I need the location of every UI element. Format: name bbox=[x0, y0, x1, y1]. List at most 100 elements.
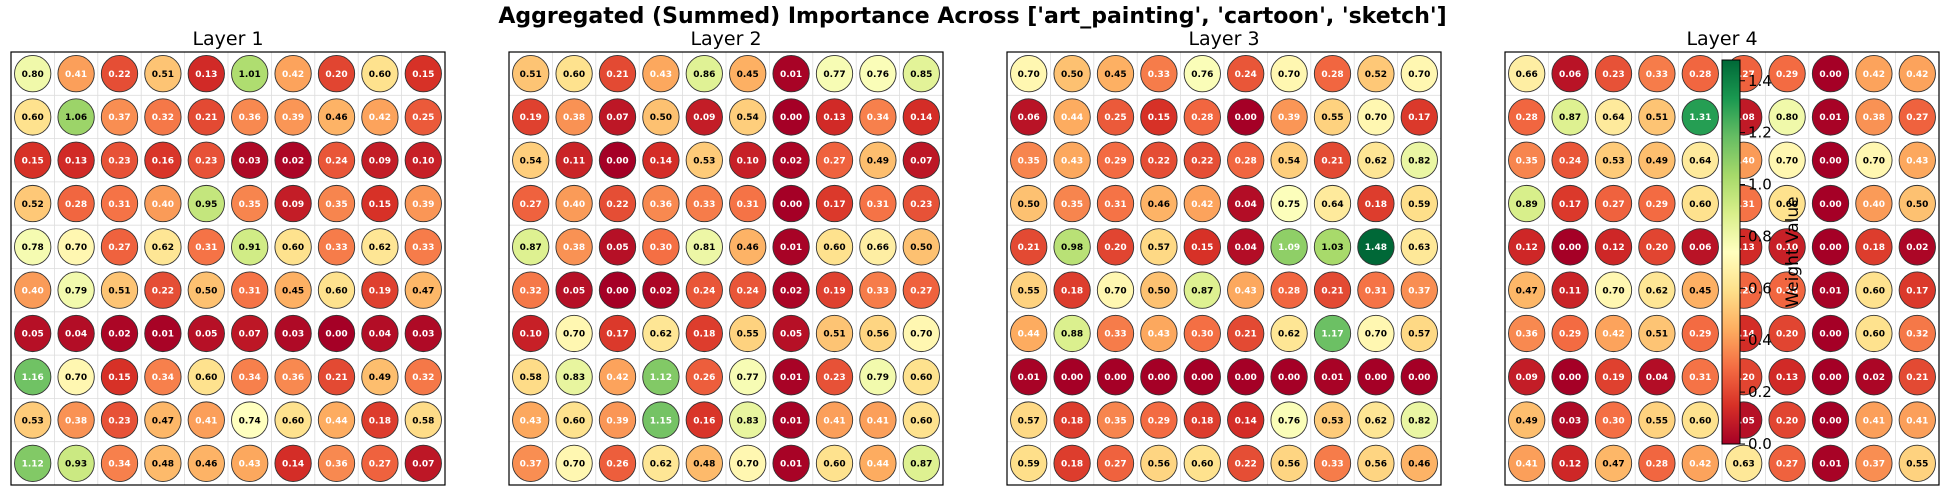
cell-value-label: 0.42 bbox=[1689, 460, 1711, 470]
cell-value-label: 0.70 bbox=[563, 330, 585, 340]
cell-value-label: 0.79 bbox=[867, 373, 889, 383]
cell-value-label: 0.07 bbox=[606, 113, 628, 123]
cell-value-label: 0.33 bbox=[693, 200, 715, 210]
cell-value-label: 0.27 bbox=[108, 243, 130, 253]
cell-value-label: 0.86 bbox=[693, 70, 715, 80]
cell-value-label: 0.13 bbox=[1776, 373, 1798, 383]
cell-value-label: 0.02 bbox=[650, 286, 672, 296]
cell-value-label: 0.21 bbox=[195, 113, 217, 123]
cell-value-label: 0.32 bbox=[1906, 330, 1928, 340]
cell-value-label: 1.17 bbox=[1321, 330, 1343, 340]
cell-value-label: 0.43 bbox=[1906, 156, 1928, 166]
cell-value-label: 0.00 bbox=[606, 156, 628, 166]
cell-value-label: 0.56 bbox=[867, 330, 889, 340]
cell-value-label: 0.00 bbox=[1559, 373, 1581, 383]
cell-value-label: 0.00 bbox=[1104, 373, 1126, 383]
cell-value-label: 0.36 bbox=[239, 113, 261, 123]
cell-value-label: 0.10 bbox=[520, 330, 542, 340]
cell-value-label: 0.14 bbox=[282, 460, 304, 470]
cell-value-label: 0.60 bbox=[823, 460, 845, 470]
cell-value-label: 0.31 bbox=[1365, 286, 1387, 296]
cell-value-label: 0.32 bbox=[520, 286, 542, 296]
cell-value-label: 0.79 bbox=[65, 286, 87, 296]
cell-value-label: 0.39 bbox=[282, 113, 304, 123]
layer-panel: Layer 3 0.70 0.50 0.45 0.33 0.76 0.24 0.70 0.28 0… bbox=[1006, 28, 1442, 486]
cell-value-label: 0.62 bbox=[1646, 286, 1668, 296]
cell-value-label: 0.26 bbox=[693, 373, 715, 383]
cell-value-label: 0.36 bbox=[325, 460, 347, 470]
cell-value-label: 0.23 bbox=[108, 416, 130, 426]
cell-value-label: 0.48 bbox=[152, 460, 174, 470]
cell-value-label: 0.38 bbox=[1863, 113, 1885, 123]
cell-value-label: 0.47 bbox=[152, 416, 174, 426]
cell-value-label: 0.62 bbox=[650, 460, 672, 470]
cell-value-label: 0.05 bbox=[563, 286, 585, 296]
cell-value-label: 0.00 bbox=[606, 286, 628, 296]
cell-value-label: 0.18 bbox=[1061, 416, 1083, 426]
cell-value-label: 0.57 bbox=[1018, 416, 1040, 426]
cell-value-label: 0.66 bbox=[1516, 70, 1538, 80]
cell-value-label: 0.54 bbox=[737, 113, 759, 123]
cell-value-label: 0.00 bbox=[1235, 373, 1257, 383]
cell-value-label: 0.57 bbox=[1408, 330, 1430, 340]
cell-value-label: 0.56 bbox=[1278, 460, 1300, 470]
cell-value-label: 0.60 bbox=[1689, 200, 1711, 210]
cell-value-label: 0.41 bbox=[1906, 416, 1928, 426]
cell-value-label: 0.01 bbox=[1018, 373, 1040, 383]
cell-value-label: 0.21 bbox=[1235, 330, 1257, 340]
cell-value-label: 0.30 bbox=[1191, 330, 1213, 340]
cell-value-label: 0.95 bbox=[195, 200, 217, 210]
cell-value-label: 0.04 bbox=[65, 330, 87, 340]
cell-value-label: 0.83 bbox=[737, 416, 759, 426]
cell-value-label: 0.81 bbox=[693, 243, 715, 253]
cell-value-label: 0.33 bbox=[325, 243, 347, 253]
cell-value-label: 0.41 bbox=[195, 416, 217, 426]
cell-value-label: 0.63 bbox=[1408, 243, 1430, 253]
cell-value-label: 0.49 bbox=[1516, 416, 1538, 426]
cell-value-label: 0.32 bbox=[152, 113, 174, 123]
cell-value-label: 0.01 bbox=[1819, 460, 1841, 470]
cell-value-label: 0.42 bbox=[606, 373, 628, 383]
cell-value-label: 0.66 bbox=[867, 243, 889, 253]
panel-title: Layer 1 bbox=[192, 28, 263, 50]
cell-value-label: 0.24 bbox=[737, 286, 759, 296]
cell-value-label: 0.45 bbox=[1689, 286, 1711, 296]
cell-value-label: 0.29 bbox=[1689, 330, 1711, 340]
cell-value-label: 0.40 bbox=[563, 200, 585, 210]
cell-value-label: 0.45 bbox=[282, 286, 304, 296]
cell-value-label: 0.01 bbox=[780, 243, 802, 253]
cell-value-label: 0.31 bbox=[737, 200, 759, 210]
cell-value-label: 0.46 bbox=[1148, 200, 1170, 210]
cell-value-label: 0.22 bbox=[108, 70, 130, 80]
colorbar-tick-label: 0.2 bbox=[1748, 383, 1772, 401]
cell-value-label: 0.42 bbox=[1906, 70, 1928, 80]
colorbar-bar bbox=[1721, 59, 1741, 445]
cell-value-label: 0.64 bbox=[1602, 113, 1624, 123]
cell-value-label: 0.24 bbox=[693, 286, 715, 296]
cell-value-label: 0.02 bbox=[1906, 243, 1928, 253]
cell-value-label: 0.35 bbox=[1018, 156, 1040, 166]
cell-value-label: 0.21 bbox=[606, 70, 628, 80]
cell-value-label: 0.02 bbox=[108, 330, 130, 340]
cell-value-label: 0.20 bbox=[1104, 243, 1126, 253]
cell-value-label: 0.20 bbox=[1776, 416, 1798, 426]
cell-value-label: 0.20 bbox=[325, 70, 347, 80]
cell-value-label: 0.50 bbox=[1906, 200, 1928, 210]
cell-value-label: 0.01 bbox=[780, 373, 802, 383]
cell-value-label: 0.18 bbox=[693, 330, 715, 340]
cell-value-label: 0.37 bbox=[108, 113, 130, 123]
cell-value-label: 0.33 bbox=[1321, 460, 1343, 470]
cell-value-label: 0.18 bbox=[1191, 416, 1213, 426]
cell-value-label: 0.62 bbox=[152, 243, 174, 253]
cell-value-label: 0.00 bbox=[780, 113, 802, 123]
cell-value-label: 0.70 bbox=[1602, 286, 1624, 296]
cell-value-label: 0.98 bbox=[1061, 243, 1083, 253]
colorbar-tick-label: 1.2 bbox=[1748, 124, 1772, 142]
cell-value-label: 0.33 bbox=[867, 286, 889, 296]
cell-value-label: 0.88 bbox=[1061, 330, 1083, 340]
cell-value-label: 0.46 bbox=[1408, 460, 1430, 470]
colorbar-tick-label: 0.6 bbox=[1748, 279, 1772, 297]
cell-value-label: 0.05 bbox=[195, 330, 217, 340]
cell-value-label: 0.51 bbox=[1646, 330, 1668, 340]
colorbar-tick-label: 1.4 bbox=[1748, 72, 1772, 90]
